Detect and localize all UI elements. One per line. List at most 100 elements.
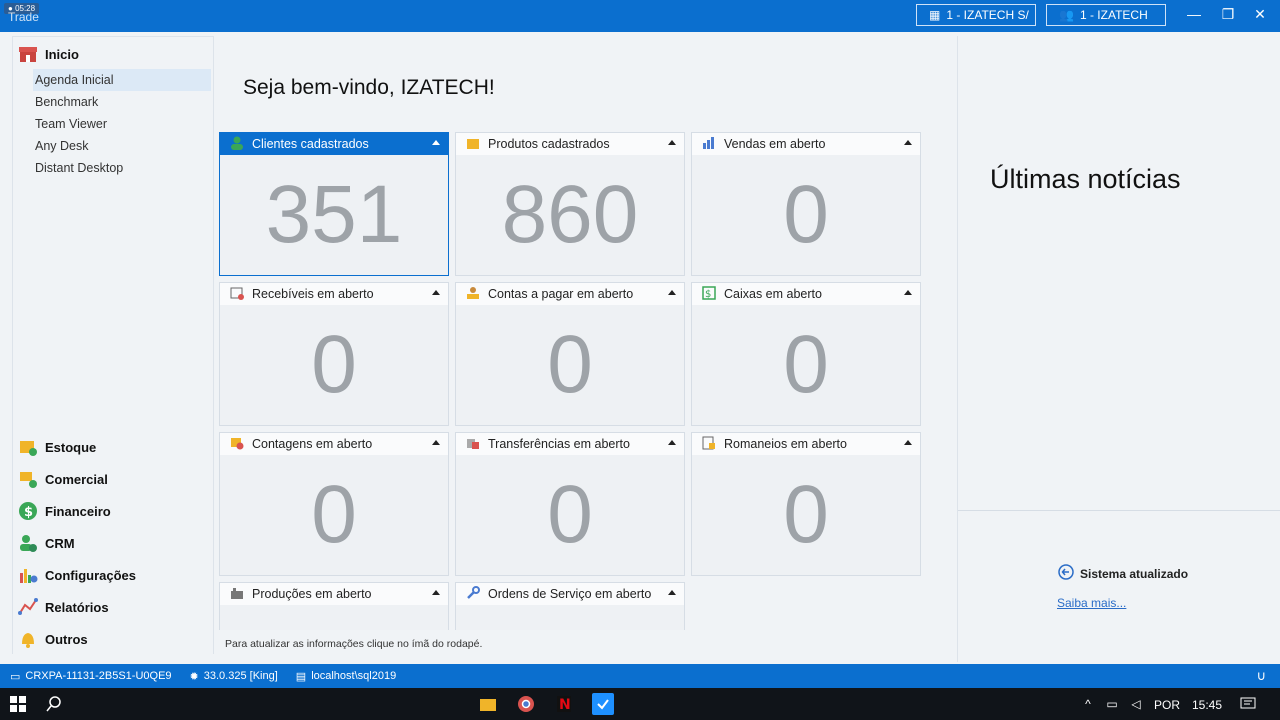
chrome-icon[interactable]	[516, 694, 536, 714]
sidebar-section-estoque[interactable]: Estoque	[13, 431, 213, 463]
card-header[interactable]: Ordens de Serviço em aberto	[456, 583, 684, 605]
app-title: Trade	[8, 10, 39, 24]
version-info: ✹ 33.0.325 [King]	[190, 670, 278, 683]
sidebar-section-financeiro[interactable]: $ Financeiro	[13, 495, 213, 527]
card-recebiveis[interactable]: Recebíveis em aberto 0	[219, 282, 449, 426]
sidebar-section-crm[interactable]: CRM	[13, 527, 213, 559]
network-icon[interactable]: ▭	[1102, 694, 1122, 714]
collapse-icon[interactable]	[904, 140, 912, 145]
card-header[interactable]: Contagens em aberto	[220, 433, 448, 455]
restore-icon[interactable]: ❐	[1218, 6, 1238, 23]
card-title: Vendas em aberto	[724, 137, 826, 151]
receivable-icon	[230, 286, 244, 303]
card-produtos[interactable]: Produtos cadastrados 860	[455, 132, 685, 276]
clock[interactable]: 15:45	[1192, 698, 1222, 712]
windows-start-icon[interactable]	[8, 694, 28, 714]
learn-more-link[interactable]: Saiba mais...	[1057, 596, 1126, 610]
version-label: 33.0.325 [King]	[203, 670, 278, 682]
card-value: 0	[311, 469, 357, 560]
language-indicator[interactable]: POR	[1154, 698, 1180, 712]
svg-text:$: $	[24, 505, 33, 520]
card-header[interactable]: Transferências em aberto	[456, 433, 684, 455]
card-header[interactable]: Recebíveis em aberto	[220, 283, 448, 305]
card-header[interactable]: Clientes cadastrados	[220, 133, 448, 155]
company-button[interactable]: ▦ 1 - IZATECH S/	[916, 4, 1036, 26]
machine-id: ▭ CRXPA-11131-2B5S1-U0QE9	[10, 670, 172, 683]
sidebar-item-agenda-inicial[interactable]: Agenda Inicial	[33, 69, 211, 91]
dollar-icon: $	[17, 500, 39, 522]
collapse-icon[interactable]	[432, 140, 440, 145]
volume-icon[interactable]: ◁	[1126, 694, 1146, 714]
card-header[interactable]: Vendas em aberto	[692, 133, 920, 155]
collapse-icon[interactable]	[668, 290, 676, 295]
windows-taskbar: N ^ ▭ ◁ POR 15:45	[0, 688, 1280, 720]
collapse-icon[interactable]	[904, 440, 912, 445]
svg-text:N: N	[559, 697, 571, 712]
search-icon[interactable]	[44, 694, 64, 714]
user-icon	[230, 136, 244, 153]
chart-icon	[702, 136, 716, 153]
card-transferencias[interactable]: Transferências em aberto 0	[455, 432, 685, 576]
sidebar-section-comercial[interactable]: Comercial	[13, 463, 213, 495]
card-ordens-servico[interactable]: Ordens de Serviço em aberto	[455, 582, 685, 630]
divider	[958, 510, 1280, 511]
card-clientes[interactable]: Clientes cadastrados 351	[219, 132, 449, 276]
card-title: Ordens de Serviço em aberto	[488, 587, 652, 601]
card-vendas[interactable]: Vendas em aberto 0	[691, 132, 921, 276]
sidebar-item-any-desk[interactable]: Any Desk	[13, 135, 213, 157]
page-title: Seja bem-vindo, IZATECH!	[243, 76, 495, 99]
sidebar-item-benchmark[interactable]: Benchmark	[13, 91, 213, 113]
user-button[interactable]: 👥 1 - IZATECH	[1046, 4, 1166, 26]
news-panel: Últimas notícias Sistema atualizado Saib…	[957, 36, 1280, 662]
sidebar-section-relatorios[interactable]: Relatórios	[13, 591, 213, 623]
file-explorer-icon[interactable]	[478, 694, 498, 714]
collapse-icon[interactable]	[432, 440, 440, 445]
wrench-icon	[466, 585, 480, 603]
sidebar-item-distant-desktop[interactable]: Distant Desktop	[13, 157, 213, 179]
card-romaneios[interactable]: Romaneios em aberto 0	[691, 432, 921, 576]
store-icon	[17, 43, 39, 65]
report-icon	[17, 596, 39, 618]
collapse-icon[interactable]	[432, 590, 440, 595]
netflix-icon[interactable]: N	[554, 694, 574, 714]
sidebar-section-outros[interactable]: Outros	[13, 623, 213, 655]
app-taskbar-icon[interactable]	[592, 693, 614, 715]
card-value: 351	[265, 169, 403, 260]
collapse-icon[interactable]	[432, 290, 440, 295]
card-header[interactable]: Produtos cadastrados	[456, 133, 684, 155]
collapse-icon[interactable]	[668, 140, 676, 145]
box-icon	[466, 136, 480, 153]
card-header[interactable]: Contas a pagar em aberto	[456, 283, 684, 305]
card-caixas[interactable]: $ Caixas em aberto 0	[691, 282, 921, 426]
sidebar-section-configuracoes[interactable]: Configurações	[13, 559, 213, 591]
sidebar-section-label: Financeiro	[45, 503, 111, 519]
card-value: 0	[783, 469, 829, 560]
collapse-icon[interactable]	[668, 590, 676, 595]
magnet-icon[interactable]: ∪	[1256, 668, 1266, 684]
server-label: localhost\sql2019	[311, 670, 397, 682]
refresh-hint: Para atualizar as informações clique no …	[225, 638, 483, 650]
minimize-icon[interactable]: —	[1184, 6, 1204, 22]
card-header[interactable]: Produções em aberto	[220, 583, 448, 605]
card-contagens[interactable]: Contagens em aberto 0	[219, 432, 449, 576]
card-value: 0	[311, 319, 357, 410]
card-producoes[interactable]: Produções em aberto	[219, 582, 449, 630]
sidebar-section-label: Configurações	[45, 567, 137, 583]
card-title: Contas a pagar em aberto	[488, 287, 634, 301]
close-icon[interactable]: ✕	[1250, 6, 1270, 23]
notification-icon[interactable]	[1238, 694, 1258, 714]
chevron-up-icon[interactable]: ^	[1078, 694, 1098, 714]
card-title: Transferências em aberto	[488, 437, 630, 451]
svg-text:$: $	[705, 289, 711, 300]
news-title: Últimas notícias	[990, 164, 1181, 194]
card-header[interactable]: $ Caixas em aberto	[692, 283, 920, 305]
back-arrow-icon	[1058, 564, 1074, 583]
card-contas-pagar[interactable]: Contas a pagar em aberto 0	[455, 282, 685, 426]
sidebar-item-team-viewer[interactable]: Team Viewer	[13, 113, 213, 135]
collapse-icon[interactable]	[904, 290, 912, 295]
collapse-icon[interactable]	[668, 440, 676, 445]
sidebar-section-label: Estoque	[45, 439, 97, 455]
update-label: Sistema atualizado	[1080, 566, 1189, 581]
sidebar-section-inicio[interactable]: Inicio	[13, 39, 213, 69]
card-header[interactable]: Romaneios em aberto	[692, 433, 920, 455]
